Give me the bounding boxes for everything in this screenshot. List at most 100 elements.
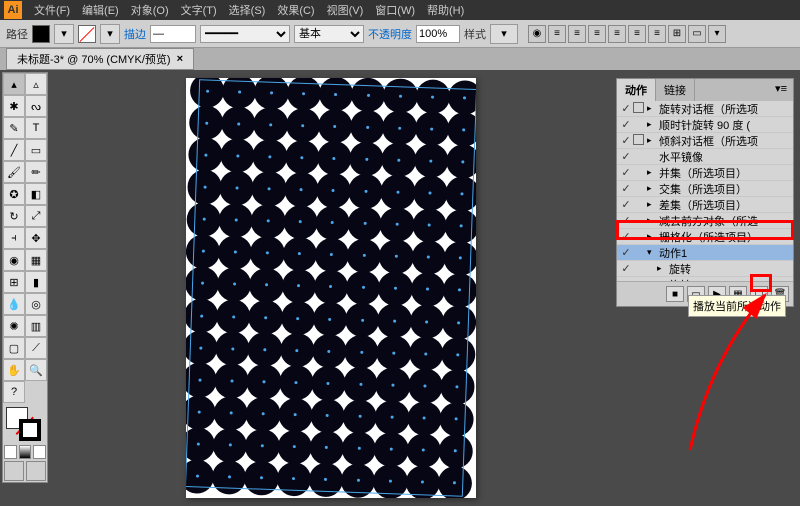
circle-shape[interactable]: [381, 143, 416, 178]
brush-def-select[interactable]: 基本: [294, 25, 364, 43]
circle-shape[interactable]: [189, 105, 224, 140]
circle-shape[interactable]: [373, 464, 408, 498]
circle-shape[interactable]: [408, 336, 443, 371]
circle-shape[interactable]: [218, 203, 253, 238]
circle-shape[interactable]: [407, 401, 442, 436]
circle-shape[interactable]: [446, 112, 476, 147]
check-icon[interactable]: ✓: [619, 246, 633, 259]
circle-shape[interactable]: [215, 331, 250, 366]
stroke-dropdown[interactable]: ▾: [100, 24, 120, 44]
circle-shape[interactable]: [442, 273, 476, 308]
doc-tab[interactable]: 未标题-3* @ 70% (CMYK/预览) ×: [6, 48, 194, 70]
circle-shape[interactable]: [218, 235, 253, 270]
align-left-icon[interactable]: ≡: [548, 25, 566, 43]
circle-shape[interactable]: [251, 204, 286, 239]
mesh-tool[interactable]: ⊞: [3, 271, 25, 293]
circle-shape[interactable]: [380, 175, 415, 210]
circle-shape[interactable]: [186, 330, 218, 365]
circle-shape[interactable]: [186, 298, 219, 333]
circle-shape[interactable]: [213, 428, 248, 463]
canvas-area[interactable]: [52, 72, 610, 506]
stroke-swatch[interactable]: [78, 25, 96, 43]
circle-shape[interactable]: [221, 106, 256, 141]
menu-file[interactable]: 文件(F): [28, 0, 76, 20]
menu-edit[interactable]: 编辑(E): [76, 0, 125, 20]
pen-tool[interactable]: ✎: [3, 117, 25, 139]
circle-shape[interactable]: [350, 110, 385, 145]
menu-type[interactable]: 文字(T): [175, 0, 223, 20]
align-top-icon[interactable]: ≡: [608, 25, 626, 43]
action-row[interactable]: ✓ ▸ 减去前方对象（所选: [617, 213, 793, 229]
opacity-link[interactable]: 不透明度: [368, 26, 412, 42]
circle-shape[interactable]: [346, 238, 381, 273]
lasso-tool[interactable]: ᔓ: [25, 95, 47, 117]
circle-shape[interactable]: [310, 398, 345, 433]
menu-window[interactable]: 窗口(W): [369, 0, 421, 20]
circle-shape[interactable]: [445, 176, 476, 211]
actions-list[interactable]: ✓ ▸ 旋转对话框（所选项✓ ▸ 顺时针旋转 90 度 (✓ ▸ 倾斜对话框（所…: [617, 101, 793, 281]
action-row[interactable]: ✓ ▸ 顺时针旋转 90 度 (: [617, 117, 793, 133]
direct-selection-tool[interactable]: ▵: [25, 73, 47, 95]
isolate-icon[interactable]: ▭: [688, 25, 706, 43]
circle-shape[interactable]: [249, 268, 284, 303]
circle-shape[interactable]: [346, 270, 381, 305]
pencil-tool[interactable]: ✏: [25, 161, 47, 183]
stroke-link[interactable]: 描边: [124, 26, 146, 42]
circle-shape[interactable]: [248, 300, 283, 335]
check-icon[interactable]: ✓: [619, 278, 633, 281]
help-tool[interactable]: ?: [3, 381, 25, 403]
circle-shape[interactable]: [281, 269, 316, 304]
column-graph-tool[interactable]: ▥: [25, 315, 47, 337]
none-mode[interactable]: [33, 445, 46, 459]
circle-shape[interactable]: [309, 430, 344, 465]
action-row[interactable]: ✓ ▸ 交集（所选项目）: [617, 181, 793, 197]
check-icon[interactable]: ✓: [619, 230, 633, 243]
circle-shape[interactable]: [438, 434, 473, 469]
twisty-icon[interactable]: ▸: [647, 183, 659, 194]
panel-menu-icon[interactable]: ▾≡: [769, 79, 793, 101]
eraser-tool[interactable]: ◧: [25, 183, 47, 205]
menu-view[interactable]: 视图(V): [321, 0, 370, 20]
circle-shape[interactable]: [219, 171, 254, 206]
circle-shape[interactable]: [186, 202, 221, 237]
magic-wand-tool[interactable]: ✱: [3, 95, 25, 117]
fill-swatch[interactable]: [32, 25, 50, 43]
circle-shape[interactable]: [440, 369, 475, 404]
blend-tool[interactable]: ◎: [25, 293, 47, 315]
circle-shape[interactable]: [341, 463, 376, 498]
dialog-toggle[interactable]: [633, 134, 647, 148]
more-icon[interactable]: ▾: [708, 25, 726, 43]
circle-shape[interactable]: [377, 303, 412, 338]
circle-shape[interactable]: [186, 459, 215, 494]
check-icon[interactable]: ✓: [619, 118, 633, 131]
scale-tool[interactable]: ⤢: [25, 205, 47, 227]
artboard-tool[interactable]: ▢: [3, 337, 25, 359]
circle-shape[interactable]: [278, 397, 313, 432]
circle-shape[interactable]: [245, 429, 280, 464]
circle-shape[interactable]: [186, 427, 215, 462]
twisty-icon[interactable]: ▸: [647, 119, 659, 130]
circle-shape[interactable]: [412, 208, 447, 243]
rectangle-tool[interactable]: ▭: [25, 139, 47, 161]
circle-shape[interactable]: [317, 141, 352, 176]
circle-shape[interactable]: [383, 78, 418, 113]
tab-links[interactable]: 链接: [656, 79, 695, 101]
circle-shape[interactable]: [220, 138, 255, 173]
circle-shape[interactable]: [188, 138, 223, 173]
circle-shape[interactable]: [190, 78, 225, 108]
check-icon[interactable]: ✓: [619, 134, 633, 147]
draw-behind[interactable]: [26, 461, 46, 481]
circle-shape[interactable]: [382, 110, 417, 145]
circle-shape[interactable]: [380, 207, 415, 242]
width-tool[interactable]: ⫞: [3, 227, 25, 249]
hand-tool[interactable]: ✋: [3, 359, 25, 381]
action-row[interactable]: ✓ 水平镜像: [617, 149, 793, 165]
line-tool[interactable]: ╱: [3, 139, 25, 161]
stroke-weight-input[interactable]: [150, 25, 196, 43]
circle-shape[interactable]: [406, 433, 441, 468]
symbol-sprayer-tool[interactable]: ✺: [3, 315, 25, 337]
circle-shape[interactable]: [246, 396, 281, 431]
menu-object[interactable]: 对象(O): [125, 0, 175, 20]
circle-shape[interactable]: [280, 333, 315, 368]
circle-shape[interactable]: [216, 299, 251, 334]
